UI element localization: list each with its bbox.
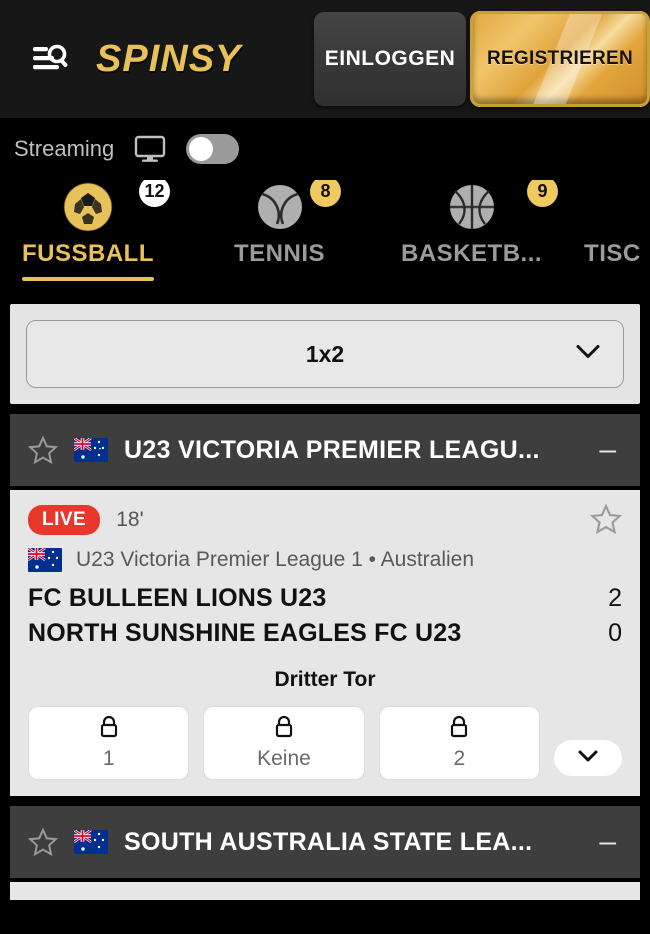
league-title: U23 VICTORIA PREMIER LEAGU... xyxy=(124,435,540,464)
australia-flag-icon xyxy=(74,438,108,462)
odd-button-label: Keine xyxy=(257,747,311,770)
match-teams: FC BULLEEN LIONS U23 2 NORTH SUNSHINE EA… xyxy=(28,584,622,648)
chevron-down-icon xyxy=(575,344,601,365)
market-select-value: 1x2 xyxy=(305,340,345,367)
sport-tabs: 12 FUSSBALL 8 TENNIS 9 BASKETB... TISC xyxy=(0,180,650,298)
status-badge: LIVE xyxy=(28,504,101,535)
match-minute: 18' xyxy=(116,507,144,531)
odd-button-label: 1 xyxy=(102,747,115,770)
app-root: SPINSY EINLOGGEN REGISTRIEREN Streaming xyxy=(0,0,650,934)
odd-button-2[interactable]: 2 xyxy=(378,706,540,780)
market-select[interactable]: 1x2 xyxy=(26,320,624,388)
sidebar-item-tischtennis[interactable]: TISC xyxy=(584,180,641,268)
active-tab-underline xyxy=(22,277,154,281)
soccer-ball-icon xyxy=(61,180,115,234)
register-button[interactable]: REGISTRIEREN xyxy=(470,11,650,107)
lock-icon xyxy=(98,715,120,744)
sidebar-item-basketball[interactable]: 9 BASKETB... xyxy=(401,180,559,268)
match-status-row: LIVE 18' xyxy=(28,504,622,535)
australia-flag-icon xyxy=(74,830,108,854)
register-button-label: REGISTRIEREN xyxy=(486,48,634,69)
streaming-toggle[interactable] xyxy=(186,134,240,164)
header-buttons: EINLOGGEN REGISTRIEREN xyxy=(314,0,650,118)
badge-count: 12 xyxy=(139,180,170,207)
brand-logo[interactable]: SPINSY xyxy=(96,38,241,81)
minus-icon[interactable]: – xyxy=(593,827,622,857)
league-header[interactable]: SOUTH AUSTRALIA STATE LEA... – xyxy=(10,806,640,878)
odd-button-1[interactable]: 1 xyxy=(28,706,190,780)
australia-flag-icon xyxy=(28,548,62,572)
monitor-icon xyxy=(134,135,166,163)
odd-button-label: 2 xyxy=(453,747,466,770)
star-outline-icon[interactable] xyxy=(28,435,58,465)
league-title: SOUTH AUSTRALIA STATE LEA... xyxy=(124,827,533,856)
basketball-icon xyxy=(447,180,497,234)
table-row: NORTH SUNSHINE EAGLES FC U23 0 xyxy=(28,619,622,648)
home-team-name: FC BULLEEN LIONS U23 xyxy=(28,584,327,612)
next-match-card-partial xyxy=(10,882,640,900)
favorite-star-icon[interactable] xyxy=(590,504,622,535)
lock-icon xyxy=(448,715,470,744)
sidebar-item-label: TENNIS xyxy=(234,240,326,267)
away-team-score: 0 xyxy=(608,619,622,647)
top-header: SPINSY EINLOGGEN REGISTRIEREN xyxy=(0,0,650,118)
home-team-score: 2 xyxy=(608,584,622,612)
expand-markets-button[interactable] xyxy=(553,740,622,776)
badge-count: 9 xyxy=(527,180,559,207)
minus-icon[interactable]: – xyxy=(593,435,622,465)
table-row: FC BULLEEN LIONS U23 2 xyxy=(28,584,622,613)
streaming-row: Streaming xyxy=(0,118,650,180)
filter-bar: 1x2 xyxy=(10,304,640,404)
streaming-label: Streaming xyxy=(14,136,115,161)
odds-row: 1 Keine 2 xyxy=(28,706,622,780)
odd-button-keine[interactable]: Keine xyxy=(203,706,365,780)
badge-count: 8 xyxy=(310,180,342,207)
sidebar-item-tennis[interactable]: 8 TENNIS xyxy=(234,180,342,268)
match-league-row: U23 Victoria Premier League 1 • Australi… xyxy=(28,548,622,572)
menu-search-icon[interactable] xyxy=(28,39,74,79)
match-league-name: U23 Victoria Premier League 1 • Australi… xyxy=(76,548,475,571)
lock-icon xyxy=(273,715,295,744)
chevron-down-icon xyxy=(577,749,599,768)
match-card: LIVE 18' U23 Victoria Premier League 1 •… xyxy=(10,490,640,796)
sidebar-item-fussball[interactable]: 12 FUSSBALL xyxy=(22,180,170,281)
away-team-name: NORTH SUNSHINE EAGLES FC U23 xyxy=(28,619,462,647)
star-outline-icon[interactable] xyxy=(28,827,58,857)
sidebar-item-label: FUSSBALL xyxy=(22,240,154,267)
league-header[interactable]: U23 VICTORIA PREMIER LEAGU... – xyxy=(10,414,640,486)
toggle-knob xyxy=(189,137,214,161)
market-title: Dritter Tor xyxy=(274,668,376,691)
sidebar-item-label: BASKETB... xyxy=(401,240,543,267)
sidebar-item-label: TISC xyxy=(584,240,641,267)
login-button[interactable]: EINLOGGEN xyxy=(314,12,466,106)
tennis-ball-icon xyxy=(255,180,305,234)
